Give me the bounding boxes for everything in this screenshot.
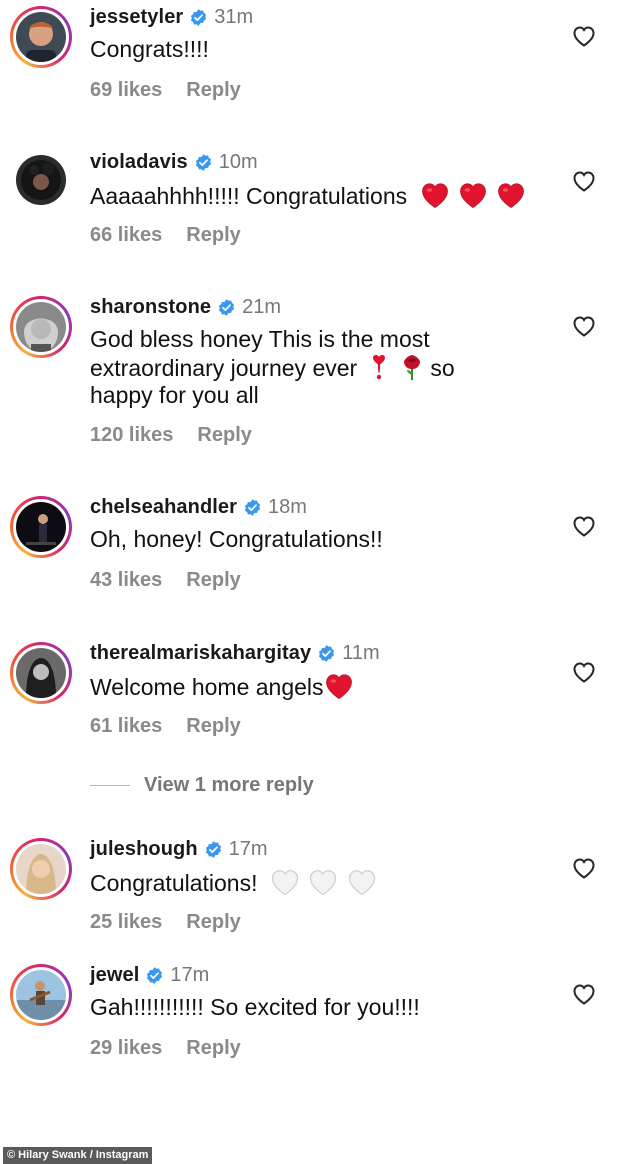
comment-likes[interactable]: 61 likes: [90, 715, 162, 737]
comment-text-container: Welcome home angels: [90, 672, 560, 701]
comment-time: 18m: [268, 496, 307, 518]
reply-button[interactable]: Reply: [186, 715, 240, 737]
comment-text: Congratulations!: [90, 870, 258, 896]
reply-button[interactable]: Reply: [186, 1037, 240, 1059]
heart-outline-icon[interactable]: [572, 515, 596, 537]
avatar[interactable]: [10, 964, 72, 1026]
red-heart-emoji-icon: [324, 672, 354, 700]
comment-username[interactable]: chelseahandler: [90, 496, 237, 519]
rose-emoji-icon: [400, 353, 424, 381]
comment-time: 17m: [228, 838, 268, 860]
comment-username[interactable]: jessetyler: [90, 6, 183, 29]
reply-button[interactable]: Reply: [186, 224, 240, 246]
divider: [90, 785, 130, 786]
red-heart-emoji-icon: [496, 181, 526, 209]
comment-time: 17m: [170, 964, 210, 986]
white-heart-emoji-icon: [308, 868, 338, 896]
avatar[interactable]: [10, 6, 72, 68]
heart-outline-icon[interactable]: [572, 857, 596, 879]
comment-text-line: God bless honey This is the most: [90, 326, 430, 352]
avatar[interactable]: [10, 838, 72, 900]
verified-badge-icon: [145, 966, 164, 985]
avatar[interactable]: [10, 149, 72, 211]
view-more-replies-label[interactable]: View 1 more reply: [144, 774, 314, 797]
avatar[interactable]: [10, 296, 72, 358]
red-heart-emoji-icon: [420, 181, 450, 209]
comment-text: Congrats!!!!: [90, 36, 209, 62]
comment-username[interactable]: jewel: [90, 964, 139, 987]
reply-button[interactable]: Reply: [186, 79, 240, 101]
verified-badge-icon: [189, 8, 208, 27]
comment-text-line: extraordinary journey ever so: [90, 353, 570, 382]
heart-outline-icon[interactable]: [572, 983, 596, 1005]
comment-likes[interactable]: 120 likes: [90, 424, 173, 446]
heart-outline-icon[interactable]: [572, 170, 596, 192]
heart-outline-icon[interactable]: [572, 25, 596, 47]
comment-text: Aaaaahhhh!!!!! Congratulations: [90, 183, 408, 209]
comment-text: Welcome home angels: [90, 674, 324, 700]
reply-button[interactable]: Reply: [197, 424, 251, 446]
comment-likes[interactable]: 66 likes: [90, 224, 162, 246]
comment-text-container: Congratulations!: [90, 868, 590, 897]
comment-username[interactable]: therealmariskahargitay: [90, 642, 311, 665]
comment-likes[interactable]: 29 likes: [90, 1037, 162, 1059]
comment-text: Gah!!!!!!!!!!! So excited for you!!!!: [90, 994, 420, 1020]
comment-username[interactable]: juleshough: [90, 838, 198, 861]
comment-text-container: Aaaaahhhh!!!!! Congratulations: [90, 181, 590, 210]
reply-button[interactable]: Reply: [186, 911, 240, 933]
heart-outline-icon[interactable]: [572, 315, 596, 337]
comment-time: 21m: [242, 296, 282, 318]
exclamation-heart-emoji-icon: [370, 355, 388, 381]
comment-username[interactable]: violadavis: [90, 151, 188, 174]
view-more-replies[interactable]: View 1 more reply: [90, 774, 314, 797]
comment-likes[interactable]: 69 likes: [90, 79, 162, 101]
comment-time: 31m: [214, 6, 254, 28]
red-heart-emoji-icon: [458, 181, 488, 209]
verified-badge-icon: [204, 840, 223, 859]
avatar[interactable]: [10, 496, 72, 558]
comment-text-segment: extraordinary journey ever: [90, 355, 358, 381]
verified-badge-icon: [317, 644, 336, 663]
comment-text-segment: so: [430, 355, 455, 381]
verified-badge-icon: [243, 498, 262, 517]
comment-time: 11m: [342, 642, 380, 664]
comment-text: Oh, honey! Congratulations!!: [90, 526, 383, 552]
heart-outline-icon[interactable]: [572, 661, 596, 683]
comment-text-container: God bless honey This is the most extraor…: [90, 326, 570, 409]
comment-username[interactable]: sharonstone: [90, 296, 211, 319]
comment-text-line: happy for you all: [90, 382, 259, 408]
reply-button[interactable]: Reply: [186, 569, 240, 591]
comment-likes[interactable]: 43 likes: [90, 569, 162, 591]
verified-badge-icon: [217, 298, 236, 317]
photo-credit: © Hilary Swank / Instagram: [3, 1147, 153, 1164]
verified-badge-icon: [194, 153, 213, 172]
avatar[interactable]: [10, 642, 72, 704]
white-heart-emoji-icon: [347, 868, 377, 896]
comment-likes[interactable]: 25 likes: [90, 911, 162, 933]
comment-time: 10m: [218, 151, 258, 173]
white-heart-emoji-icon: [270, 868, 300, 896]
